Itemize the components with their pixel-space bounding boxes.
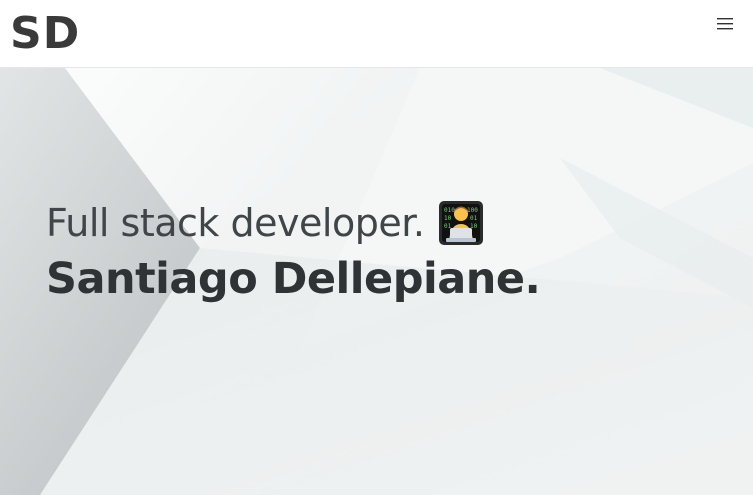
hero-subtitle: Full stack developer. xyxy=(46,201,425,245)
site-logo[interactable]: SD xyxy=(10,8,80,60)
subtitle-row: Full stack developer. 010 100 10 01 01 1… xyxy=(46,198,540,248)
hero-content: Full stack developer. 010 100 10 01 01 1… xyxy=(46,198,541,304)
svg-text:100: 100 xyxy=(467,207,478,214)
technologist-emoji-icon: 010 100 10 01 01 10 xyxy=(438,200,484,246)
hamburger-menu-icon[interactable] xyxy=(715,14,737,34)
hero-section: Full stack developer. 010 100 10 01 01 1… xyxy=(0,68,753,495)
svg-text:010: 010 xyxy=(444,207,455,214)
svg-text:01: 01 xyxy=(470,215,478,222)
navbar: SD xyxy=(0,0,753,68)
svg-text:10: 10 xyxy=(444,215,452,222)
hero-name: Santiago Dellepiane. xyxy=(46,254,541,304)
